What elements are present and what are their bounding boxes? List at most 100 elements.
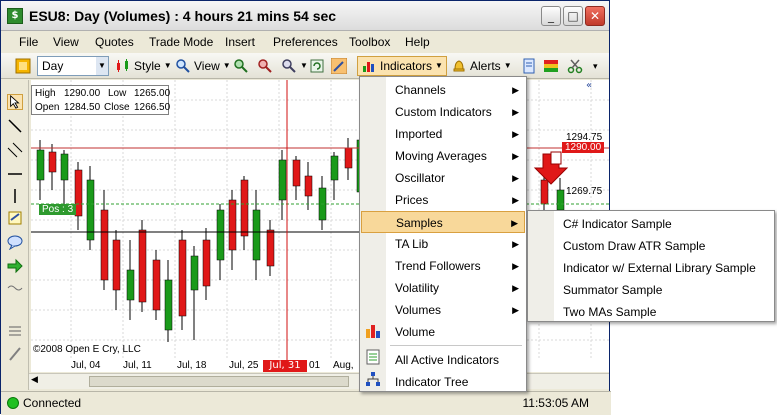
position-label: Pos : 3 <box>39 204 77 215</box>
arrow-right-icon[interactable] <box>7 258 23 274</box>
chevron-down-icon: ▼ <box>435 61 443 70</box>
pointer-icon[interactable] <box>7 94 23 110</box>
close-label: Close <box>104 102 130 113</box>
candles-icon <box>117 59 128 72</box>
zoom-menu-button[interactable]: ▼ <box>281 56 308 76</box>
refresh-icon <box>310 59 324 73</box>
close-button[interactable]: ✕ <box>585 6 605 26</box>
magnifier-icon <box>176 59 190 73</box>
menu-insert[interactable]: Insert <box>225 35 255 49</box>
menu-item-label: Oscillator <box>395 171 446 185</box>
indicators-menu-item[interactable]: Volumes ▶ <box>361 299 525 321</box>
submenu-arrow-icon: ▶ <box>512 107 519 117</box>
horizontal-line-icon[interactable] <box>7 166 23 182</box>
menu-item-label: All Active Indicators <box>395 353 500 367</box>
menu-help[interactable]: Help <box>405 35 430 49</box>
zoom-in-button[interactable] <box>233 56 249 76</box>
line-tool-icon[interactable] <box>7 118 23 134</box>
menu-preferences[interactable]: Preferences <box>273 35 338 49</box>
scroll-left-icon[interactable]: ◀ <box>31 375 38 385</box>
submenu-arrow-icon: ▶ <box>512 85 519 95</box>
indicators-menu-item[interactable]: Volume <box>361 321 525 343</box>
indicators-menu-item[interactable]: Moving Averages ▶ <box>361 145 525 167</box>
indicators-menu-item[interactable]: Trend Followers ▶ <box>361 255 525 277</box>
indicators-menu-item[interactable]: All Active Indicators <box>361 349 525 371</box>
indicators-menu-item[interactable]: Prices ▶ <box>361 189 525 211</box>
indicators-button[interactable]: Indicators ▼ <box>357 56 447 76</box>
vertical-line-icon[interactable] <box>7 188 23 204</box>
samples-menu-item[interactable]: Custom Draw ATR Sample <box>529 235 773 257</box>
zoom-in-icon <box>234 59 248 73</box>
indicators-menu-item[interactable]: Samples ▶ <box>361 211 525 233</box>
alerts-button[interactable]: Alerts ▼ <box>451 56 512 76</box>
title-bar[interactable]: $ ESU8: Day (Volumes) : 4 hours 21 mins … <box>1 1 609 31</box>
close-value: 1266.50 <box>134 102 171 113</box>
submenu-arrow-icon: ▶ <box>512 151 519 161</box>
indicators-menu-item[interactable]: Channels ▶ <box>361 79 525 101</box>
menu-item-label: Prices <box>395 193 429 207</box>
menu-item-label: Trend Followers <box>395 259 481 273</box>
indicators-menu-item[interactable]: TA Lib ▶ <box>361 233 525 255</box>
toolbar-overflow-icon[interactable]: ▾ <box>593 56 598 76</box>
text-note-icon[interactable] <box>7 210 23 226</box>
window-title: ESU8: Day (Volumes) : 4 hours 21 mins 54… <box>29 8 337 24</box>
pencil-icon <box>331 58 347 74</box>
wave-tool-icon[interactable] <box>7 280 23 296</box>
symbol-icon[interactable] <box>15 56 31 76</box>
menu-view[interactable]: View <box>53 35 79 49</box>
indicators-menu-item[interactable]: Volatility ▶ <box>361 277 525 299</box>
candle-body <box>138 229 147 303</box>
menu-item-label: Volume <box>395 325 436 339</box>
indicators-menu-item[interactable]: Oscillator ▶ <box>361 167 525 189</box>
candle-body <box>330 155 339 181</box>
channel-tool-icon[interactable] <box>7 142 23 158</box>
submenu-arrow-icon: ▶ <box>512 195 519 205</box>
pen-tool-icon[interactable] <box>7 346 23 362</box>
samples-menu-item[interactable]: Indicator w/ External Library Sample <box>529 257 773 279</box>
collapse-panel-icon[interactable]: « <box>586 80 592 91</box>
tree-icon <box>366 372 380 386</box>
candle-body <box>178 239 187 317</box>
refresh-button[interactable] <box>309 56 325 76</box>
menu-file[interactable]: File <box>19 35 38 49</box>
color-scheme-button[interactable] <box>543 56 559 76</box>
period-combo[interactable]: Day ▼ <box>37 56 109 76</box>
menu-item-label: Volumes <box>395 303 442 317</box>
scroll-thumb[interactable] <box>89 376 349 387</box>
menu-quotes[interactable]: Quotes <box>95 35 134 49</box>
samples-menu-item[interactable]: C# Indicator Sample <box>529 213 773 235</box>
draw-tools-button[interactable] <box>331 56 347 76</box>
candle-body <box>112 239 121 291</box>
zoom-out-button[interactable] <box>257 56 273 76</box>
samples-menu-item[interactable]: Two MAs Sample <box>529 301 773 323</box>
ohlc-info-box: High 1290.00 Low 1265.00 Open 1284.50 Cl… <box>31 85 171 115</box>
date-label: Jul, 25 <box>229 360 259 371</box>
date-label: Aug, <box>333 360 354 371</box>
candle-body <box>216 209 225 261</box>
menu-toolbox[interactable]: Toolbox <box>349 35 390 49</box>
view-button[interactable]: View ▼ <box>175 56 231 76</box>
chevron-down-icon[interactable]: ▼ <box>96 57 108 75</box>
menu-trade-mode[interactable]: Trade Mode <box>149 35 213 49</box>
tools-button[interactable] <box>567 56 583 76</box>
indicators-menu-item[interactable]: Indicator Tree <box>361 371 525 393</box>
minimize-button[interactable]: _ <box>541 6 561 26</box>
submenu-arrow-icon: ▶ <box>511 218 518 228</box>
copyright-label: ©2008 Open E Cry, LLC <box>33 344 141 355</box>
scissors-icon <box>567 59 583 74</box>
zoom-out-icon <box>258 59 272 73</box>
style-button[interactable]: Style ▼ <box>115 56 172 76</box>
indicators-menu-item[interactable]: Imported ▶ <box>361 123 525 145</box>
candle-body <box>190 255 199 291</box>
menu-item-label: Indicator Tree <box>395 375 469 389</box>
samples-menu-item[interactable]: Summator Sample <box>529 279 773 301</box>
submenu-arrow-icon: ▶ <box>512 129 519 139</box>
indicators-menu-item[interactable]: Custom Indicators ▶ <box>361 101 525 123</box>
date-label: Jul, 18 <box>177 360 207 371</box>
fibonacci-icon[interactable] <box>7 324 23 340</box>
candle-body <box>278 159 287 201</box>
notes-button[interactable] <box>521 56 537 76</box>
date-label: 01 <box>309 360 321 371</box>
callout-icon[interactable] <box>7 234 23 250</box>
maximize-button[interactable]: □ <box>563 6 583 26</box>
